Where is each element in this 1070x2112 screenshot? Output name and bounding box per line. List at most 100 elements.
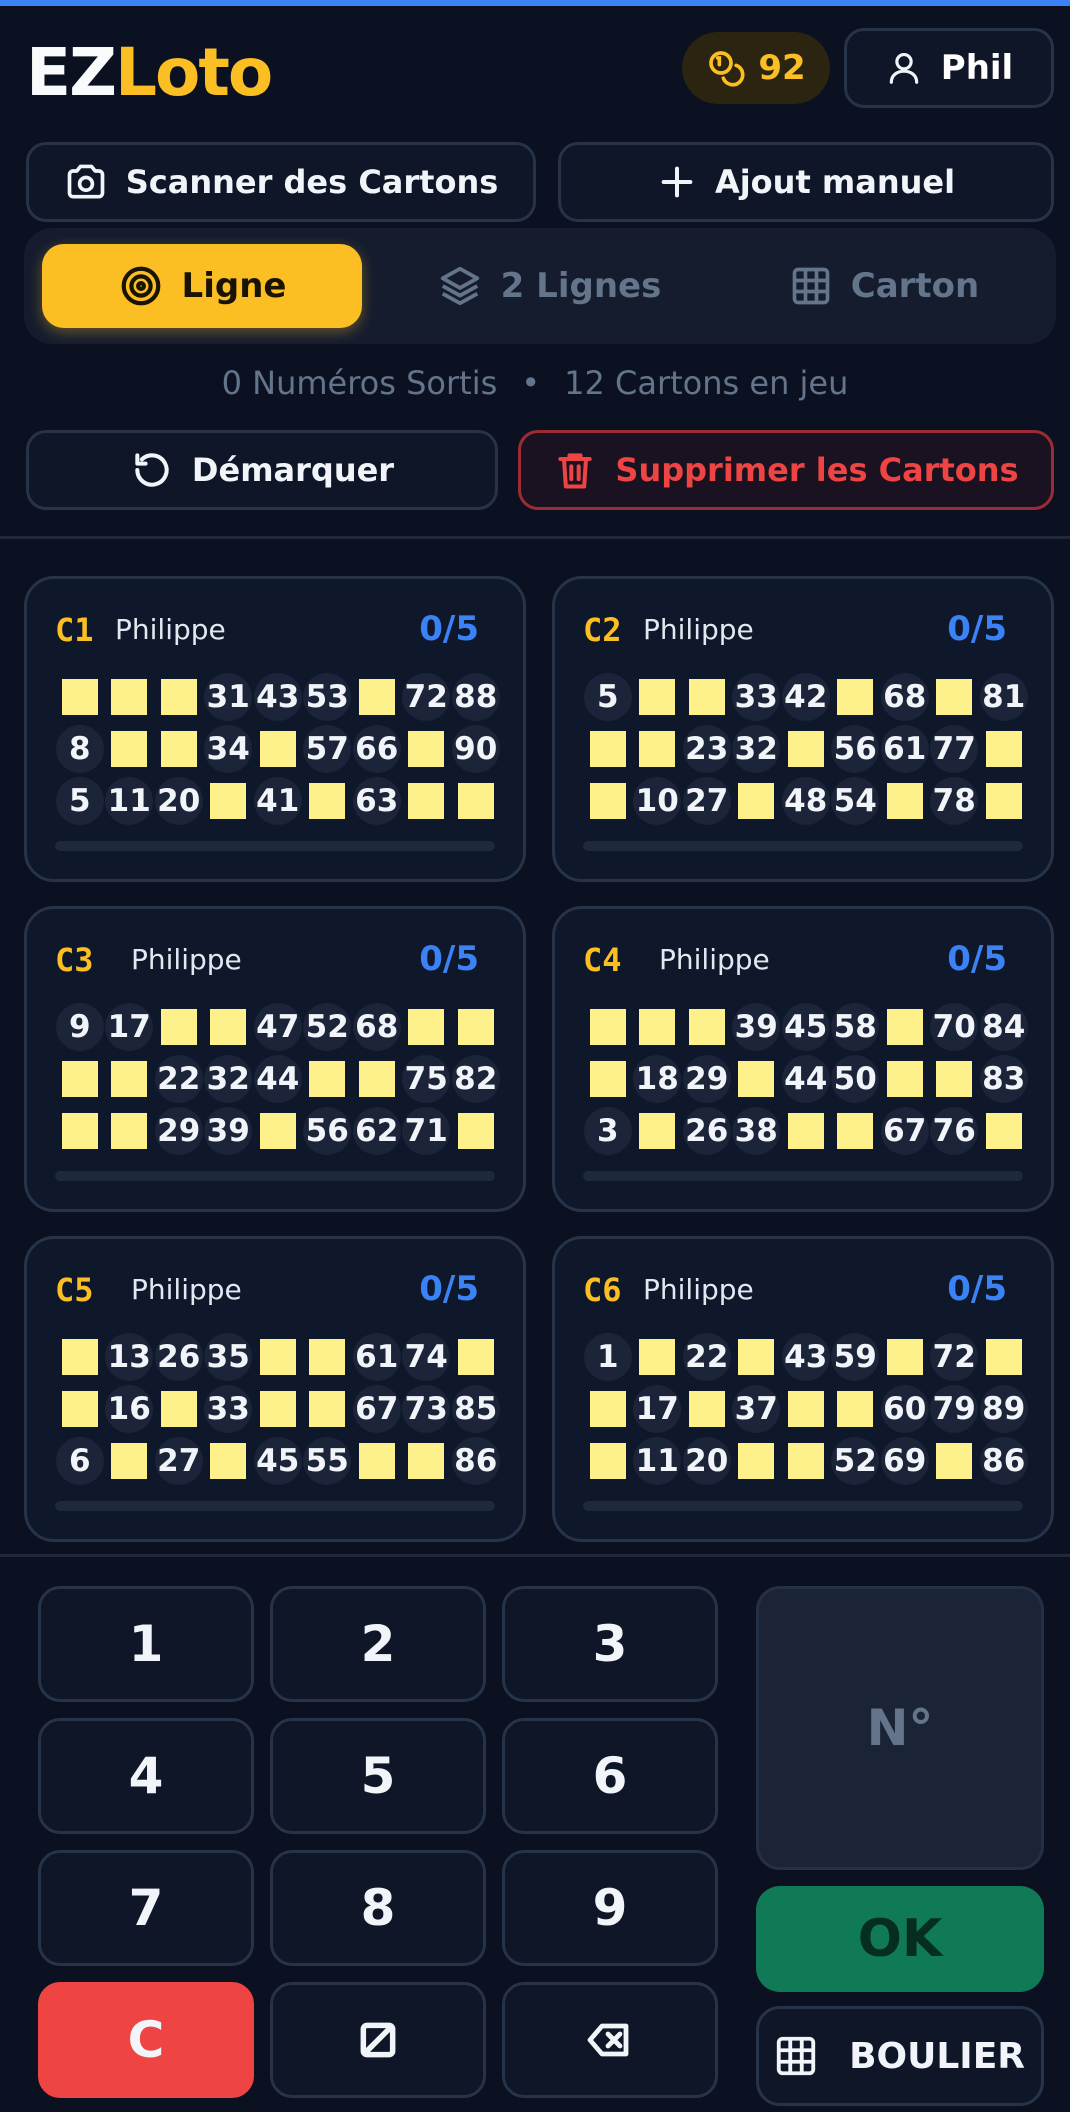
number-cell[interactable]: 86 xyxy=(451,1437,500,1485)
number-cell[interactable]: 29 xyxy=(154,1107,203,1155)
key-2[interactable]: 2 xyxy=(270,1586,486,1702)
number-cell[interactable]: 17 xyxy=(105,1003,154,1051)
number-cell[interactable]: 67 xyxy=(880,1107,929,1155)
number-cell[interactable]: 71 xyxy=(402,1107,451,1155)
number-cell[interactable]: 70 xyxy=(930,1003,979,1051)
number-cell[interactable]: 10 xyxy=(633,777,682,825)
number-cell[interactable]: 20 xyxy=(682,1437,731,1485)
backspace-button[interactable] xyxy=(502,1982,718,2098)
key-5[interactable]: 5 xyxy=(270,1718,486,1834)
key-9[interactable]: 9 xyxy=(502,1850,718,1966)
ok-button[interactable]: OK xyxy=(756,1886,1044,1992)
key-3[interactable]: 3 xyxy=(502,1586,718,1702)
number-cell[interactable]: 58 xyxy=(831,1003,880,1051)
key-8[interactable]: 8 xyxy=(270,1850,486,1966)
number-cell[interactable]: 35 xyxy=(204,1333,253,1381)
unmark-button[interactable]: Démarquer xyxy=(26,430,498,510)
number-cell[interactable]: 18 xyxy=(633,1055,682,1103)
number-cell[interactable]: 39 xyxy=(204,1107,253,1155)
number-cell[interactable]: 84 xyxy=(979,1003,1028,1051)
number-cell[interactable]: 26 xyxy=(154,1333,203,1381)
number-cell[interactable]: 34 xyxy=(204,725,253,773)
bingo-card[interactable]: C3 Philippe 0/5 9 17 47 52 68 22 32 44 75 82 29 39 56 62… xyxy=(24,906,526,1212)
number-cell[interactable]: 43 xyxy=(781,1333,830,1381)
number-cell[interactable]: 76 xyxy=(930,1107,979,1155)
number-cell[interactable]: 13 xyxy=(105,1333,154,1381)
number-cell[interactable]: 74 xyxy=(402,1333,451,1381)
bingo-card[interactable]: C2 Philippe 0/5 5 33 42 68 81 23 32 56 61 77 10 27 48 54… xyxy=(552,576,1054,882)
number-cell[interactable]: 89 xyxy=(979,1385,1028,1433)
delete-cards-button[interactable]: Supprimer les Cartons xyxy=(518,430,1054,510)
number-cell[interactable]: 61 xyxy=(352,1333,401,1381)
number-cell[interactable]: 37 xyxy=(732,1385,781,1433)
number-cell[interactable]: 48 xyxy=(781,777,830,825)
number-cell[interactable]: 11 xyxy=(105,777,154,825)
number-cell[interactable]: 45 xyxy=(253,1437,302,1485)
number-cell[interactable]: 66 xyxy=(352,725,401,773)
number-cell[interactable]: 60 xyxy=(880,1385,929,1433)
bingo-card[interactable]: C5 Philippe 0/5 13 26 35 61 74 16 33 67 73 85 6 27 45 55… xyxy=(24,1236,526,1542)
number-cell[interactable]: 42 xyxy=(781,673,830,721)
key-7[interactable]: 7 xyxy=(38,1850,254,1966)
number-cell[interactable]: 41 xyxy=(253,777,302,825)
number-cell[interactable]: 72 xyxy=(930,1333,979,1381)
number-cell[interactable]: 17 xyxy=(633,1385,682,1433)
number-cell[interactable]: 83 xyxy=(979,1055,1028,1103)
number-cell[interactable]: 45 xyxy=(781,1003,830,1051)
number-cell[interactable]: 23 xyxy=(682,725,731,773)
number-cell[interactable]: 81 xyxy=(979,673,1028,721)
key-6[interactable]: 6 xyxy=(502,1718,718,1834)
zero-slash-button[interactable] xyxy=(270,1982,486,2098)
clear-button[interactable]: C xyxy=(38,1982,254,2098)
number-cell[interactable]: 52 xyxy=(831,1437,880,1485)
number-display[interactable]: N° xyxy=(756,1586,1044,1870)
number-cell[interactable]: 62 xyxy=(352,1107,401,1155)
key-4[interactable]: 4 xyxy=(38,1718,254,1834)
number-cell[interactable]: 56 xyxy=(303,1107,352,1155)
number-cell[interactable]: 16 xyxy=(105,1385,154,1433)
number-cell[interactable]: 1 xyxy=(583,1333,632,1381)
number-cell[interactable]: 53 xyxy=(303,673,352,721)
number-cell[interactable]: 56 xyxy=(831,725,880,773)
number-cell[interactable]: 27 xyxy=(154,1437,203,1485)
number-cell[interactable]: 69 xyxy=(880,1437,929,1485)
mode-2-lignes-tab[interactable]: 2 Lignes xyxy=(384,244,714,328)
number-cell[interactable]: 33 xyxy=(204,1385,253,1433)
number-cell[interactable]: 29 xyxy=(682,1055,731,1103)
number-cell[interactable]: 22 xyxy=(682,1333,731,1381)
mode-carton-tab[interactable]: Carton xyxy=(724,244,1044,328)
number-cell[interactable]: 31 xyxy=(204,673,253,721)
number-cell[interactable]: 3 xyxy=(583,1107,632,1155)
number-cell[interactable]: 85 xyxy=(451,1385,500,1433)
number-cell[interactable]: 86 xyxy=(979,1437,1028,1485)
number-cell[interactable]: 59 xyxy=(831,1333,880,1381)
user-button[interactable]: Phil xyxy=(844,28,1054,108)
number-cell[interactable]: 63 xyxy=(352,777,401,825)
number-cell[interactable]: 5 xyxy=(55,777,104,825)
key-1[interactable]: 1 xyxy=(38,1586,254,1702)
number-cell[interactable]: 27 xyxy=(682,777,731,825)
number-cell[interactable]: 78 xyxy=(930,777,979,825)
number-cell[interactable]: 75 xyxy=(402,1055,451,1103)
number-cell[interactable]: 55 xyxy=(303,1437,352,1485)
number-cell[interactable]: 33 xyxy=(732,673,781,721)
number-cell[interactable]: 90 xyxy=(451,725,500,773)
number-cell[interactable]: 44 xyxy=(781,1055,830,1103)
number-cell[interactable]: 6 xyxy=(55,1437,104,1485)
number-cell[interactable]: 26 xyxy=(682,1107,731,1155)
number-cell[interactable]: 73 xyxy=(402,1385,451,1433)
number-cell[interactable]: 32 xyxy=(204,1055,253,1103)
number-cell[interactable]: 68 xyxy=(880,673,929,721)
number-cell[interactable]: 44 xyxy=(253,1055,302,1103)
number-cell[interactable]: 5 xyxy=(583,673,632,721)
number-cell[interactable]: 43 xyxy=(253,673,302,721)
number-cell[interactable]: 82 xyxy=(451,1055,500,1103)
coins-badge[interactable]: 92 xyxy=(682,32,830,104)
number-cell[interactable]: 20 xyxy=(154,777,203,825)
number-cell[interactable]: 32 xyxy=(732,725,781,773)
number-cell[interactable]: 39 xyxy=(732,1003,781,1051)
number-cell[interactable]: 8 xyxy=(55,725,104,773)
bingo-card[interactable]: C1 Philippe 0/5 31 43 53 72 88 8 34 57 66 90 5 11 20 41 6… xyxy=(24,576,526,882)
number-cell[interactable]: 79 xyxy=(930,1385,979,1433)
bingo-card[interactable]: C4 Philippe 0/5 39 45 58 70 84 18 29 44 50 83 3 26 38 67… xyxy=(552,906,1054,1212)
